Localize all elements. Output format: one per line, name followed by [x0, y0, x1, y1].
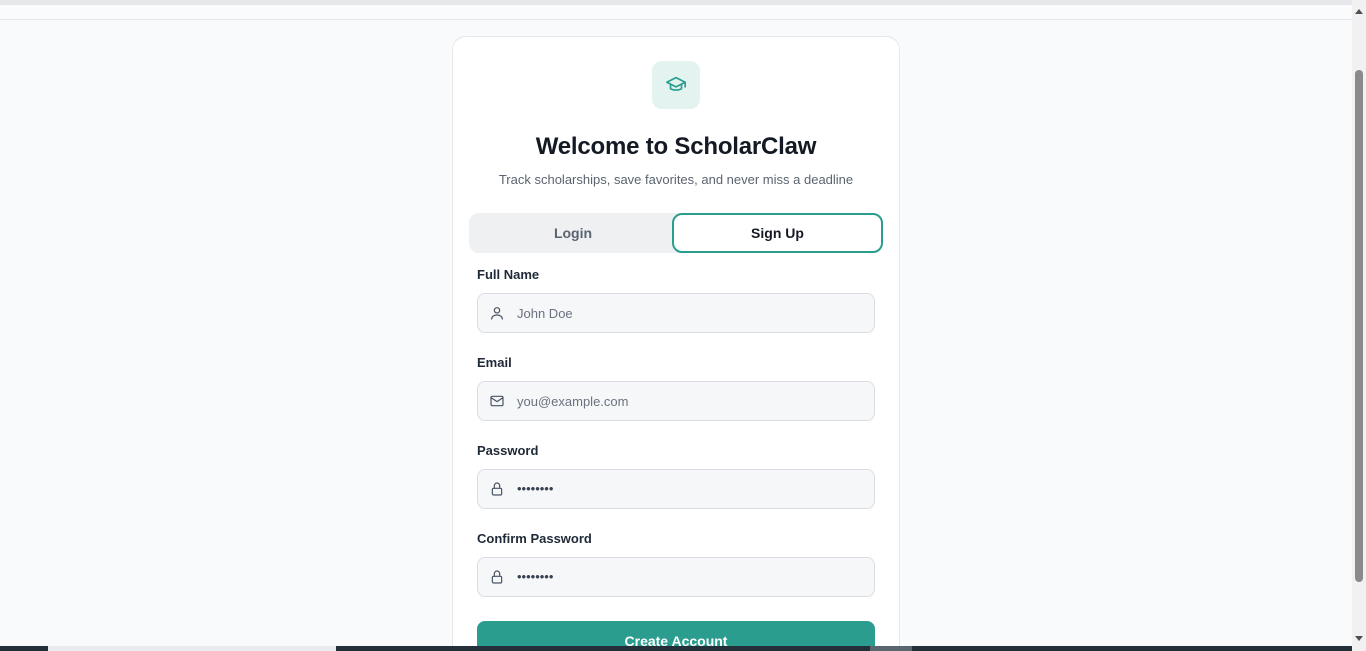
taskbar-segment: [870, 646, 912, 651]
taskbar-segment: [48, 646, 336, 651]
confirm-password-field[interactable]: ••••••••: [477, 557, 875, 597]
email-field[interactable]: [477, 381, 875, 421]
logo-badge: [652, 61, 700, 109]
auth-card: Welcome to ScholarClaw Track scholarship…: [452, 36, 900, 651]
lock-icon: [491, 570, 503, 584]
mail-icon: [490, 395, 504, 407]
taskbar-edge: [0, 646, 1352, 651]
auth-tabs: Login Sign Up: [469, 213, 883, 253]
scroll-up-icon[interactable]: [1355, 9, 1363, 14]
email-label: Email: [477, 355, 512, 370]
browser-top-edge: [0, 0, 1352, 20]
lock-icon: [491, 482, 503, 496]
page-subtitle: Track scholarships, save favorites, and …: [498, 172, 854, 187]
tab-sign-up[interactable]: Sign Up: [672, 213, 883, 253]
full-name-input[interactable]: [517, 294, 867, 332]
password-input[interactable]: ••••••••: [517, 481, 553, 496]
scroll-down-icon[interactable]: [1355, 636, 1363, 641]
page-scrollbar[interactable]: [1352, 0, 1366, 651]
page-title: Welcome to ScholarClaw: [535, 133, 817, 160]
confirm-password-input[interactable]: ••••••••: [517, 569, 553, 584]
user-icon: [491, 307, 503, 320]
email-input[interactable]: [517, 382, 867, 420]
confirm-password-label: Confirm Password: [477, 531, 592, 546]
tab-login[interactable]: Login: [469, 213, 677, 253]
scrollbar-thumb[interactable]: [1355, 70, 1363, 582]
full-name-field[interactable]: [477, 293, 875, 333]
password-label: Password: [477, 443, 539, 458]
password-field[interactable]: ••••••••: [477, 469, 875, 509]
full-name-label: Full Name: [477, 267, 540, 282]
graduation-cap-icon: [666, 76, 686, 91]
